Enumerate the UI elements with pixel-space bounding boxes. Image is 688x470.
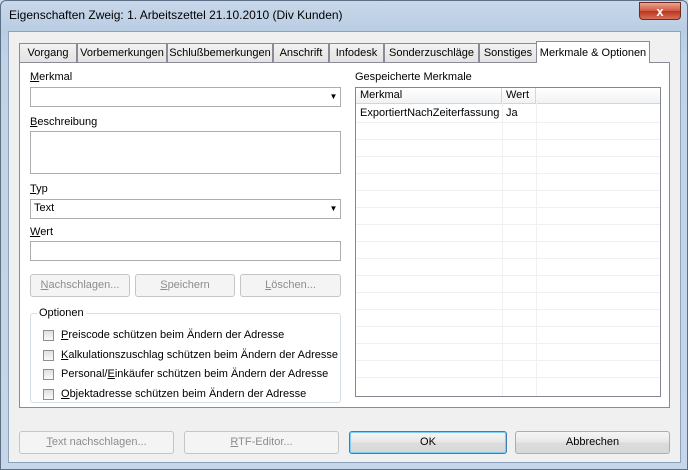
grid-line	[356, 292, 660, 293]
grid-line	[356, 241, 660, 242]
grid-line	[356, 207, 660, 208]
grid-line	[356, 309, 660, 310]
grid-line	[356, 326, 660, 327]
grid-line	[356, 343, 660, 344]
dialog-window: Eigenschaften Zweig: 1. Arbeitszettel 21…	[0, 0, 688, 470]
checkbox[interactable]	[43, 389, 54, 400]
title-bar[interactable]: Eigenschaften Zweig: 1. Arbeitszettel 21…	[1, 1, 687, 31]
tab-anschrift[interactable]: Anschrift	[273, 43, 329, 62]
grid-line	[356, 258, 660, 259]
grid-line	[356, 173, 660, 174]
checkbox[interactable]	[43, 369, 54, 380]
loeschen-button[interactable]: Löschen...	[240, 274, 341, 297]
typ-combobox[interactable]: Text ▼	[30, 199, 341, 219]
list-cell-wert: Ja	[506, 107, 518, 119]
column-header-merkmal[interactable]: Merkmal	[356, 88, 502, 103]
merkmal-combobox[interactable]: ▼	[30, 87, 341, 107]
typ-label: Typ	[30, 183, 48, 195]
tab-merkmale-optionen[interactable]: Merkmale & Optionen	[536, 41, 650, 63]
grid-line	[356, 377, 660, 378]
tab-vorbemerkungen[interactable]: Vorbemerkungen	[77, 43, 167, 62]
grid-line	[502, 103, 503, 396]
grid-line	[356, 224, 660, 225]
checkbox[interactable]	[43, 350, 54, 361]
merkmal-label: Merkmal	[30, 71, 73, 83]
nachschlagen-button[interactable]: Nachschlagen...	[30, 274, 130, 297]
tab-schlussbemerkungen[interactable]: Schlußbemerkungen	[167, 43, 273, 62]
dropdown-arrow-icon[interactable]: ▼	[329, 92, 338, 101]
optionen-groupbox: Optionen Preiscode schützen beim Ändern …	[30, 307, 341, 403]
window-title: Eigenschaften Zweig: 1. Arbeitszettel 21…	[9, 8, 343, 22]
grid-line	[356, 275, 660, 276]
tab-sonstiges[interactable]: Sonstiges	[479, 43, 537, 62]
ok-button[interactable]: OK	[349, 431, 507, 454]
grid-line	[356, 122, 660, 123]
column-header-wert[interactable]: Wert	[502, 88, 536, 103]
tab-vorgang[interactable]: Vorgang	[19, 43, 77, 62]
checkbox[interactable]	[43, 330, 54, 341]
dropdown-arrow-icon[interactable]: ▼	[329, 204, 338, 213]
grid-line	[356, 360, 660, 361]
abbrechen-button[interactable]: Abbrechen	[515, 431, 670, 454]
wert-input[interactable]	[30, 241, 341, 261]
typ-value: Text	[34, 202, 55, 214]
optionen-legend: Optionen	[37, 307, 86, 319]
grid-line	[536, 103, 537, 396]
grid-line	[356, 156, 660, 157]
tab-infodesk[interactable]: Infodesk	[329, 43, 384, 62]
tab-panel-merkmale-optionen: Merkmal ▼ Beschreibung Typ Text ▼ Wert N…	[19, 62, 670, 408]
beschreibung-textarea[interactable]	[30, 131, 341, 174]
rtf-editor-button[interactable]: RTF-Editor...	[184, 431, 339, 454]
list-cell-merkmal: ExportiertNachZeiterfassung	[360, 107, 500, 119]
speichern-button[interactable]: Speichern	[135, 274, 235, 297]
dialog-client-area: Vorgang Vorbemerkungen Schlußbemerkungen…	[8, 31, 681, 463]
tab-sonderzuschlaege[interactable]: Sonderzuschläge	[384, 43, 479, 62]
close-icon: x	[656, 4, 664, 19]
grid-line	[356, 139, 660, 140]
close-button[interactable]: x	[639, 2, 681, 20]
list-item[interactable]: ExportiertNachZeiterfassung Ja	[356, 105, 660, 122]
text-nachschlagen-button[interactable]: Text nachschlagen...	[19, 431, 174, 454]
gespeicherte-merkmale-label: Gespeicherte Merkmale	[355, 71, 472, 83]
list-header: Merkmal Wert	[356, 88, 660, 104]
wert-label: Wert	[30, 226, 54, 238]
grid-line	[356, 190, 660, 191]
beschreibung-label: Beschreibung	[30, 116, 98, 128]
gespeicherte-merkmale-list[interactable]: Merkmal Wert ExportiertNachZeiterfassung…	[355, 87, 661, 397]
